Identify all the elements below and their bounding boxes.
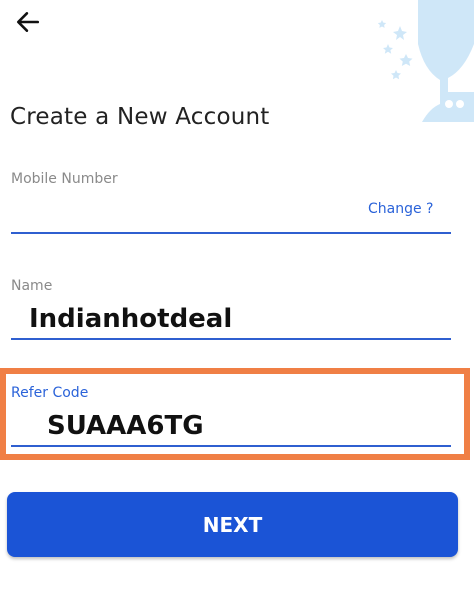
back-button[interactable] — [10, 6, 46, 38]
name-input[interactable] — [11, 300, 451, 340]
name-label: Name — [11, 278, 53, 294]
next-button[interactable]: NEXT — [7, 492, 458, 557]
refer-code-label: Refer Code — [11, 385, 89, 401]
refer-code-input[interactable] — [11, 407, 451, 447]
change-link[interactable]: Change ? — [368, 201, 433, 217]
trophy-icon — [378, 0, 474, 122]
arrow-left-icon — [16, 12, 40, 32]
page-title: Create a New Account — [10, 104, 270, 130]
mobile-number-label: Mobile Number — [11, 171, 118, 187]
